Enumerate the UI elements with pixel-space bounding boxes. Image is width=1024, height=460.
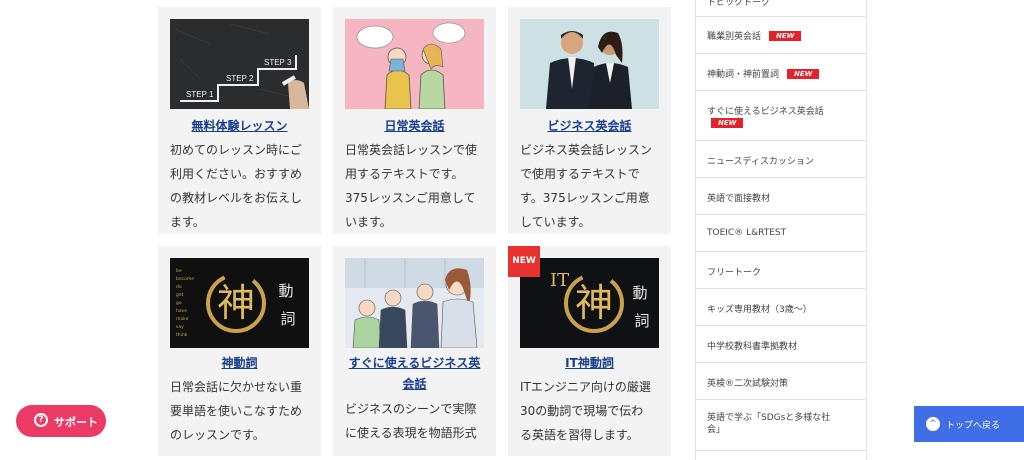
- svg-text:get: get: [176, 292, 184, 298]
- svg-text:STEP 1: STEP 1: [186, 90, 214, 99]
- course-title-link[interactable]: 無料体験レッスン: [158, 116, 321, 137]
- svg-text:動: 動: [278, 282, 293, 300]
- svg-text:神: 神: [217, 281, 255, 325]
- course-description: 初めてのレッスン時にご 利用ください。おすすめ の教材レベルをお伝えし ます。: [170, 143, 303, 229]
- sidebar-item-label: 英語で面接教材: [707, 194, 771, 204]
- sidebar-item-label: フリートーク: [707, 268, 762, 278]
- svg-text:have: have: [176, 308, 187, 314]
- sidebar-item-kids[interactable]: キッズ専用教材（3歳～）: [696, 289, 866, 326]
- svg-text:become: become: [176, 276, 194, 282]
- course-image-steps[interactable]: STEP 1 STEP 2 STEP 3: [170, 19, 309, 109]
- svg-text:神: 神: [575, 281, 613, 325]
- sidebar-item-eiken[interactable]: 英検®二次試験対策: [696, 363, 866, 400]
- course-description: ビジネス英会話レッスン で使用するテキストで す。375レッスンご用意 しています。: [520, 143, 653, 229]
- new-badge: NEW: [711, 118, 744, 128]
- course-title-link[interactable]: 日常英会話: [333, 116, 496, 137]
- sidebar-item-label: 神動詞・神前置詞: [707, 70, 780, 80]
- sidebar-item-label: TOEIC® L&RTEST: [707, 228, 787, 238]
- svg-text:STEP 2: STEP 2: [226, 74, 254, 83]
- course-description: 日常英会話レッスンで使 用するテキストです。 375レッスンご用意して います。: [345, 143, 478, 229]
- svg-text:say: say: [176, 325, 184, 330]
- sidebar-item-interview[interactable]: 英語で面接教材: [696, 178, 866, 215]
- svg-text:be: be: [176, 268, 182, 274]
- sidebar-item-free-talk[interactable]: フリートーク: [696, 252, 866, 289]
- course-image-business-people[interactable]: [520, 19, 659, 109]
- course-title-link[interactable]: 神動詞: [158, 353, 321, 374]
- sidebar-item-label: キッズ専用教材（3歳～）: [707, 305, 812, 315]
- svg-text:IT: IT: [550, 270, 569, 291]
- support-button-label: サポート: [54, 416, 98, 429]
- course-image-it-god-verbs[interactable]: IT 神 動 詞: [520, 258, 659, 348]
- sidebar-item-god-verbs-prepositions[interactable]: 神動詞・神前置詞 NEW: [696, 54, 866, 91]
- course-description: 日常会話に欠かせない重 要単語を使いこなすため のレッスンです。: [170, 380, 303, 442]
- sidebar-item-toeic[interactable]: TOEIC® L&RTEST: [696, 215, 866, 252]
- course-title-link[interactable]: IT神動詞: [508, 353, 671, 374]
- sidebar-item-news-discussion[interactable]: ニュースディスカッション: [696, 141, 866, 178]
- sidebar-course-menu: トピックトーク 職業別英会話 NEW 神動詞・神前置詞 NEW すぐに使えるビジネス…: [695, 0, 867, 460]
- sidebar-item-label: 会」: [707, 425, 726, 435]
- sidebar-item-job-english[interactable]: 職業別英会話 NEW: [696, 17, 866, 54]
- sidebar-item-junior-high-textbook[interactable]: 中学校教科書準拠教材: [696, 326, 866, 363]
- svg-text:go: go: [176, 301, 182, 306]
- help-icon: ?: [34, 413, 48, 427]
- sidebar-item-label: トピックトーク: [707, 0, 771, 8]
- sidebar-item-label: 英語で学ぶ「SDGsと多様な社: [707, 413, 831, 423]
- course-card-daily-conversation[interactable]: 日常英会話 日常英会話レッスンで使 用するテキストです。 375レッスンご用意して…: [333, 7, 496, 234]
- svg-text:think: think: [176, 332, 188, 338]
- sidebar-item-label: 職業別英会話: [707, 32, 762, 42]
- back-to-top-label: トップへ戻る: [946, 421, 1001, 431]
- support-button[interactable]: ? サポート: [16, 405, 106, 437]
- course-card-business-english[interactable]: ビジネス英会話 ビジネス英会話レッスン で使用するテキストで す。375レッスンご…: [508, 7, 671, 234]
- svg-text:make: make: [176, 316, 189, 322]
- svg-text:詞: 詞: [280, 310, 295, 328]
- course-title-link[interactable]: ビジネス英会話: [508, 116, 671, 137]
- course-image-chatting-people[interactable]: [345, 19, 484, 109]
- course-description: ITエンジニア向けの厳選 30の動詞で現場で伝わ る英語を習得します。: [520, 380, 651, 442]
- svg-text:STEP 3: STEP 3: [264, 58, 292, 67]
- sidebar-item-sdgs[interactable]: 英語で学ぶ「SDGsと多様な社 会」: [696, 400, 866, 451]
- sidebar-item-label: 英検®二次試験対策: [707, 379, 789, 389]
- svg-text:do: do: [176, 284, 182, 290]
- back-to-top-button[interactable]: ^ トップへ戻る: [914, 406, 1024, 442]
- new-badge: NEW: [508, 246, 540, 277]
- course-image-god-verbs[interactable]: be become do get go have make say think …: [170, 258, 309, 348]
- sidebar-item-topic-talk[interactable]: トピックトーク: [696, 0, 866, 17]
- svg-text:動: 動: [632, 284, 647, 302]
- course-description: ビジネスのシーンで実際 に使える表現を物語形式: [345, 402, 477, 440]
- sidebar-item-quick-business[interactable]: すぐに使えるビジネス英会話 NEW: [696, 91, 866, 141]
- chevron-up-icon: ^: [926, 417, 940, 431]
- sidebar-item-label: すぐに使えるビジネス英会話: [707, 107, 824, 117]
- new-badge: NEW: [787, 69, 820, 79]
- course-image-office-people[interactable]: [345, 258, 484, 348]
- course-card-god-verbs[interactable]: be become do get go have make say think …: [158, 246, 321, 456]
- new-badge: NEW: [769, 31, 802, 41]
- sidebar-item-label: ニュースディスカッション: [707, 157, 814, 167]
- course-card-free-trial[interactable]: STEP 1 STEP 2 STEP 3 無料体験レッスン 初めてのレッスン時に…: [158, 7, 321, 234]
- sidebar-item-label: 中学校教科書準拠教材: [707, 342, 798, 352]
- course-card-it-god-verbs[interactable]: IT 神 動 詞 IT神動詞 ITエンジニア向けの厳選 30の動詞で現場で伝わ る…: [508, 246, 671, 456]
- course-card-quick-business-english[interactable]: すぐに使えるビジネス英 会話 ビジネスのシーンで実際 に使える表現を物語形式: [333, 246, 496, 456]
- course-title-link[interactable]: すぐに使えるビジネス英 会話: [333, 353, 496, 395]
- svg-text:詞: 詞: [634, 312, 649, 330]
